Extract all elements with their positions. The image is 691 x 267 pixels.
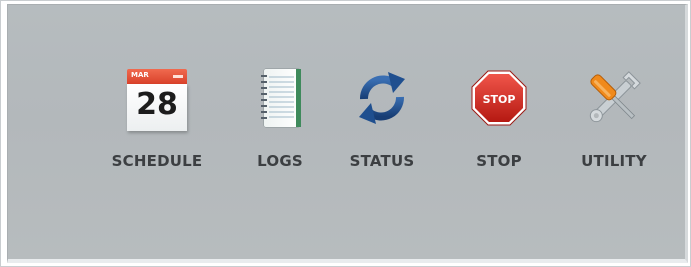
stop-sign-text: STOP — [483, 93, 516, 106]
calendar-day-number: 28 — [136, 87, 178, 122]
stop-sign-icon: STOP — [464, 63, 534, 133]
stop-button[interactable]: STOP STOP — [444, 63, 554, 183]
tools-icon — [579, 63, 649, 133]
stop-label: STOP — [476, 152, 522, 170]
schedule-label: SCHEDULE — [111, 152, 203, 170]
toolbar: MAR 28 SCHEDULE LOGS STATUS STOP STOP UT… — [8, 5, 685, 259]
status-button[interactable]: STATUS — [327, 63, 437, 183]
logs-label: LOGS — [257, 152, 303, 170]
refresh-icon — [347, 63, 417, 133]
status-label: STATUS — [349, 152, 415, 170]
notebook-icon — [245, 63, 315, 133]
calendar-icon: MAR 28 — [122, 63, 192, 133]
window-frame: MAR 28 SCHEDULE LOGS STATUS STOP STOP UT… — [0, 0, 691, 267]
schedule-button[interactable]: MAR 28 SCHEDULE — [102, 63, 212, 183]
calendar-month-label: MAR — [131, 71, 149, 79]
logs-button[interactable]: LOGS — [225, 63, 335, 183]
utility-label: UTILITY — [581, 152, 647, 170]
utility-button[interactable]: UTILITY — [559, 63, 669, 183]
toolbar-panel: MAR 28 SCHEDULE LOGS STATUS STOP STOP UT… — [7, 4, 688, 263]
